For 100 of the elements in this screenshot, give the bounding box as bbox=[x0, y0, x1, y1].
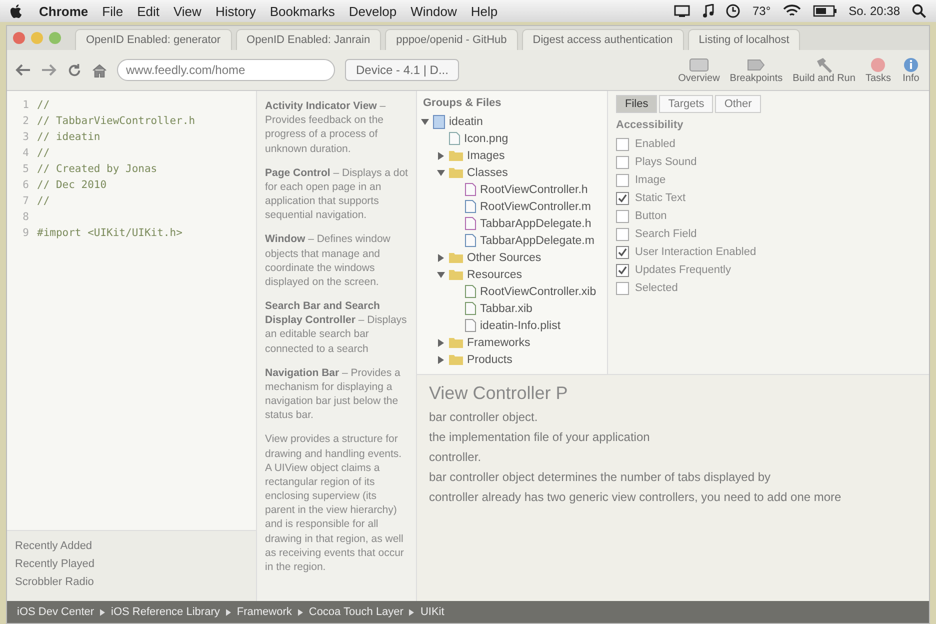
menu-item[interactable]: Develop bbox=[348, 4, 397, 18]
browser-tab[interactable]: Listing of localhost bbox=[688, 29, 800, 50]
tree-item[interactable]: Images bbox=[467, 150, 505, 162]
breadcrumb-link[interactable]: iOS Dev Center bbox=[17, 606, 94, 618]
checkbox[interactable] bbox=[616, 228, 629, 240]
disclosure-triangle-icon[interactable] bbox=[437, 356, 445, 364]
reload-icon[interactable] bbox=[67, 62, 82, 78]
checkbox[interactable] bbox=[616, 174, 629, 186]
sidebar-item[interactable]: Recently Played bbox=[15, 555, 248, 573]
line-number: 5 bbox=[22, 163, 29, 175]
menu-item[interactable]: Bookmarks bbox=[270, 4, 335, 18]
inspector-tab[interactable]: Files bbox=[616, 95, 658, 113]
battery-icon[interactable] bbox=[812, 5, 837, 17]
inspector-tab[interactable]: Other bbox=[715, 95, 761, 113]
menubar-clock[interactable]: So. 20:38 bbox=[848, 4, 900, 18]
tree-item[interactable]: RootViewController.xib bbox=[480, 286, 596, 298]
tree-item[interactable]: TabbarAppDelegate.m bbox=[480, 234, 594, 246]
view-description: View provides a structure for drawing and handling events. A UIView object claims a rectangular region of its enclosing superview (its parent in the view hierarchy) and is responsible for all drawing in that region, as well as receiving events that occur in the region. bbox=[265, 432, 405, 574]
disclosure-triangle-icon[interactable] bbox=[437, 152, 445, 160]
menu-item[interactable]: Chrome bbox=[39, 4, 88, 18]
breadcrumb-link[interactable]: UIKit bbox=[420, 606, 444, 618]
tree-item[interactable]: RootViewController.m bbox=[480, 200, 592, 212]
article-paragraph: controller already has two generic view controllers, you need to add one more bbox=[429, 490, 842, 504]
browser-tab[interactable]: OpenID Enabled: Janrain bbox=[236, 29, 382, 50]
chevron-icon bbox=[409, 608, 414, 616]
tree-item[interactable]: Resources bbox=[467, 268, 522, 280]
checkbox-label: Image bbox=[635, 174, 666, 186]
tree-item[interactable]: Tabbar.xib bbox=[480, 302, 532, 314]
menu-item[interactable]: View bbox=[173, 4, 202, 18]
toolbar-button[interactable]: Tasks bbox=[865, 56, 891, 84]
code-line: #import <UIKit/UIKit.h> bbox=[37, 227, 182, 239]
toolbar-button[interactable]: Breakpoints bbox=[730, 56, 783, 84]
display-icon[interactable] bbox=[674, 5, 690, 17]
folder-icon bbox=[449, 269, 463, 280]
tree-item[interactable]: Classes bbox=[467, 166, 508, 178]
project-icon bbox=[433, 114, 445, 128]
browser-tab[interactable]: Digest access authentication bbox=[522, 29, 684, 50]
scheme-dropdown[interactable]: Device - 4.1 | D... bbox=[345, 59, 460, 81]
folder-icon bbox=[449, 167, 463, 178]
menu-item[interactable]: Help bbox=[470, 4, 498, 18]
menu-item[interactable]: Window bbox=[410, 4, 457, 18]
line-number: 3 bbox=[22, 131, 29, 143]
home-icon[interactable] bbox=[92, 62, 107, 78]
checkbox[interactable] bbox=[616, 192, 629, 204]
tree-item[interactable]: Frameworks bbox=[467, 336, 530, 348]
tree-item[interactable]: TabbarAppDelegate.h bbox=[480, 218, 592, 230]
disclosure-triangle-icon[interactable] bbox=[437, 338, 445, 346]
toolbar-button[interactable]: Build and Run bbox=[792, 56, 856, 84]
chevron-icon bbox=[298, 608, 303, 616]
file-icon bbox=[465, 285, 476, 298]
checkbox[interactable] bbox=[616, 156, 629, 168]
sidebar-item[interactable]: Recently Added bbox=[15, 537, 248, 555]
doc-entry: Page Control – Displays a dot for each open page in an application that supports sequential navigation. bbox=[265, 166, 408, 222]
checkbox[interactable] bbox=[616, 138, 629, 150]
menu-item[interactable]: File bbox=[102, 4, 124, 18]
browser-tab[interactable]: pppoe/openid - GitHub bbox=[385, 29, 518, 50]
clock-icon[interactable] bbox=[726, 4, 740, 18]
breadcrumb-link[interactable]: Framework bbox=[236, 606, 292, 618]
apple-icon[interactable] bbox=[10, 4, 23, 18]
doc-entry: Navigation Bar – Provides a mechanism for displaying a navigation bar just below the status bar. bbox=[265, 366, 402, 422]
search-icon[interactable] bbox=[912, 4, 926, 18]
tree-item[interactable]: Products bbox=[467, 354, 512, 366]
temperature-reading[interactable]: 73° bbox=[752, 4, 771, 18]
inspector-tab[interactable]: Targets bbox=[659, 95, 714, 113]
disclosure-triangle-icon[interactable] bbox=[437, 168, 445, 176]
checkbox-label: Updates Frequently bbox=[635, 264, 731, 276]
menu-item[interactable]: History bbox=[215, 4, 256, 18]
browser-tab[interactable]: OpenID Enabled: generator bbox=[75, 29, 232, 50]
checkbox[interactable] bbox=[616, 210, 629, 222]
wifi-icon[interactable] bbox=[782, 4, 801, 18]
checkbox[interactable] bbox=[616, 246, 629, 258]
toolbar-button[interactable]: Overview bbox=[678, 56, 720, 84]
checkbox[interactable] bbox=[616, 264, 629, 276]
tree-item[interactable]: Other Sources bbox=[467, 252, 542, 264]
tree-item[interactable]: Icon.png bbox=[464, 132, 508, 144]
folder-icon bbox=[449, 354, 463, 365]
chevron-icon bbox=[100, 608, 106, 616]
tag-icon bbox=[746, 56, 766, 72]
disclosure-triangle-icon[interactable] bbox=[437, 254, 445, 262]
tree-item[interactable]: ideatin-Info.plist bbox=[480, 320, 561, 332]
checkbox-label: Enabled bbox=[635, 138, 676, 150]
checkbox[interactable] bbox=[616, 282, 629, 294]
breadcrumb-link[interactable]: iOS Reference Library bbox=[111, 606, 220, 618]
address-field[interactable]: www.feedly.com/home bbox=[117, 59, 335, 81]
toolbar-button[interactable]: Info bbox=[901, 56, 921, 84]
breadcrumb-link[interactable]: Cocoa Touch Layer bbox=[308, 606, 404, 618]
window-icon bbox=[688, 56, 709, 72]
sidebar-item[interactable]: Scrobbler Radio bbox=[15, 573, 248, 591]
disclosure-triangle-icon[interactable] bbox=[421, 118, 429, 126]
article-paragraph: the implementation file of your application bbox=[429, 430, 651, 444]
tree-item[interactable]: RootViewController.h bbox=[480, 184, 588, 196]
doc-entry: Activity Indicator View – Provides feedback on the progress of a process of unknown duration. bbox=[265, 99, 387, 156]
tree-item[interactable]: ideatin bbox=[449, 116, 483, 128]
code-line: // Created by Jonas bbox=[37, 163, 158, 175]
article-paragraph: bar controller object. bbox=[429, 410, 539, 424]
menu-item[interactable]: Edit bbox=[137, 4, 160, 18]
back-arrow-icon[interactable] bbox=[15, 63, 31, 77]
music-note-icon[interactable] bbox=[702, 4, 714, 18]
code-line: // Dec 2010 bbox=[37, 179, 107, 191]
disclosure-triangle-icon[interactable] bbox=[437, 270, 445, 278]
